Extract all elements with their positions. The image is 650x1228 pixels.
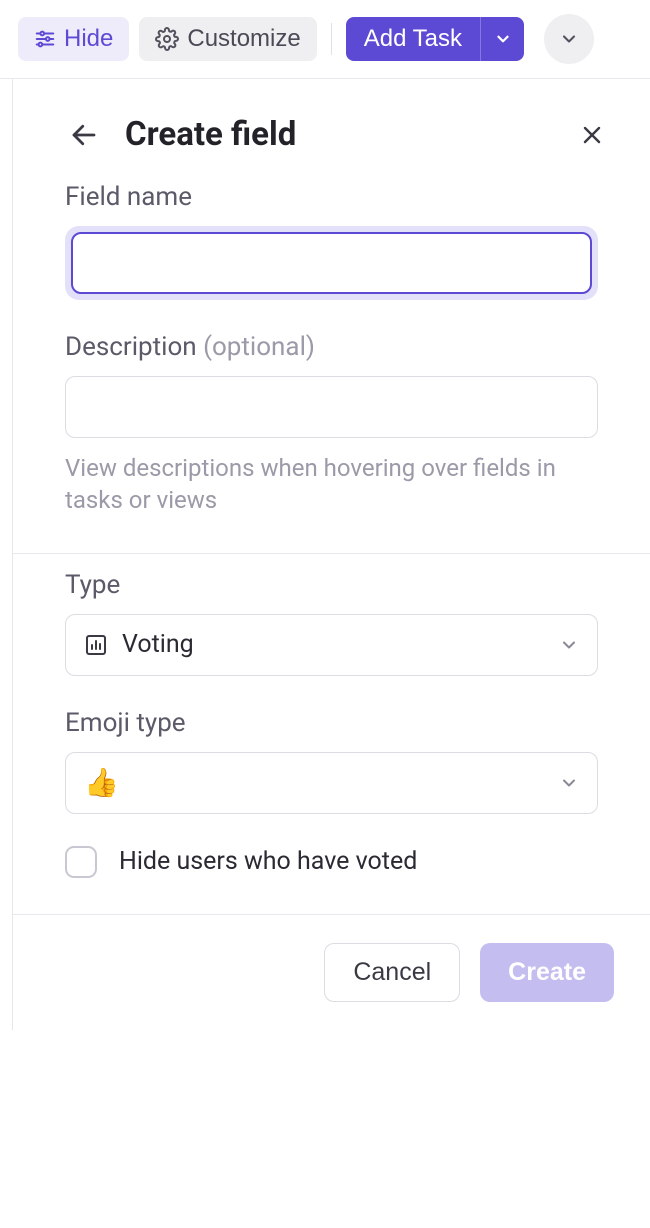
description-label: Description (optional)	[65, 332, 598, 362]
cancel-button[interactable]: Cancel	[324, 943, 460, 1002]
panel-title: Create field	[125, 115, 554, 154]
emoji-type-value: 👍	[84, 766, 545, 799]
emoji-type-select[interactable]: 👍	[65, 752, 598, 814]
more-button[interactable]	[544, 14, 594, 64]
close-button[interactable]	[576, 119, 608, 151]
add-task-label: Add Task	[364, 25, 462, 52]
hide-users-checkbox[interactable]	[65, 846, 97, 878]
filter-icon	[34, 28, 56, 50]
description-helper: View descriptions when hovering over fie…	[65, 452, 598, 517]
type-value: Voting	[122, 630, 545, 659]
add-task-group: Add Task	[346, 17, 524, 61]
customize-button[interactable]: Customize	[139, 17, 316, 61]
create-button[interactable]: Create	[480, 943, 614, 1002]
field-name-input-wrapper	[65, 226, 598, 300]
gear-icon	[155, 27, 179, 51]
field-name-input[interactable]	[71, 232, 592, 294]
customize-label: Customize	[187, 25, 300, 53]
back-button[interactable]	[65, 116, 103, 154]
chevron-down-icon	[494, 30, 512, 48]
field-name-section: Field name Description (optional) View d…	[13, 166, 650, 553]
add-task-dropdown-button[interactable]	[480, 17, 524, 61]
arrow-left-icon	[69, 120, 99, 150]
hide-button[interactable]: Hide	[18, 17, 129, 61]
chevron-down-icon	[559, 773, 579, 793]
chevron-down-icon	[559, 29, 579, 49]
add-task-button[interactable]: Add Task	[346, 17, 480, 61]
panel-header: Create field	[13, 79, 650, 166]
description-input[interactable]	[65, 376, 598, 438]
toolbar-divider	[331, 23, 332, 55]
optional-text: (optional)	[203, 332, 315, 362]
field-name-label: Field name	[65, 182, 598, 212]
panel-footer: Cancel Create	[13, 915, 650, 1030]
create-field-panel: Create field Field name Description (opt…	[12, 79, 650, 1030]
hide-users-label: Hide users who have voted	[119, 847, 417, 876]
close-icon	[580, 123, 604, 147]
type-select[interactable]: Voting	[65, 614, 598, 676]
hide-label: Hide	[64, 25, 113, 53]
hide-users-row[interactable]: Hide users who have voted	[65, 846, 598, 878]
chevron-down-icon	[559, 635, 579, 655]
type-label: Type	[65, 570, 598, 600]
toolbar: Hide Customize Add Task	[0, 0, 650, 79]
emoji-type-label: Emoji type	[65, 708, 598, 738]
voting-icon	[84, 633, 108, 657]
type-section: Type Voting Emoji type 👍	[13, 554, 650, 914]
